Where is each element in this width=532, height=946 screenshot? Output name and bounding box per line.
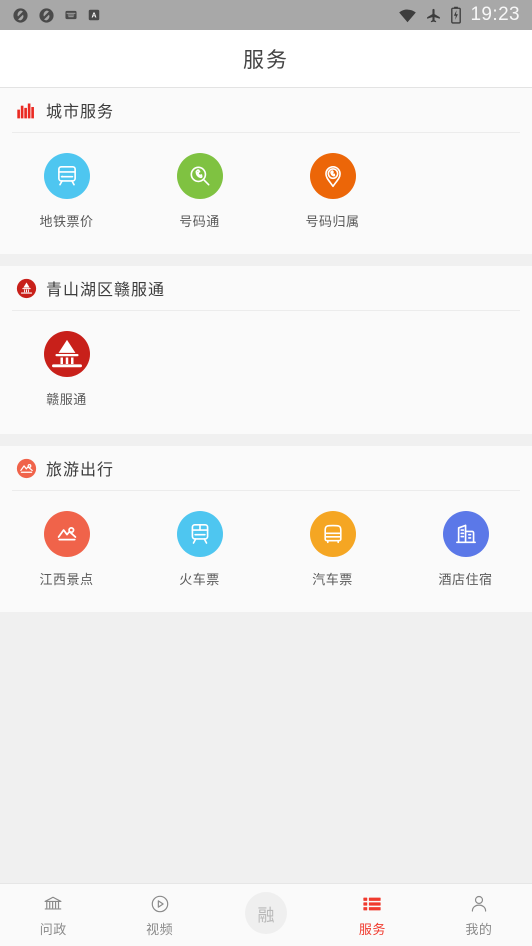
tab-label: 服务 bbox=[358, 922, 386, 938]
rong-fab-label: 融 bbox=[257, 905, 275, 926]
service-label: 酒店住宿 bbox=[438, 573, 493, 588]
city-skyline-icon bbox=[17, 103, 34, 118]
metro-train-icon bbox=[43, 153, 90, 199]
service-item-empty-slot bbox=[399, 331, 532, 408]
services-scroll-area[interactable]: 城市服务 地铁票价 号码通 号码归属 青山湖区赣服通 赣服通 旅游出行 江西景点… bbox=[0, 88, 532, 884]
service-item-empty-slot bbox=[133, 331, 266, 408]
play-circle-icon bbox=[149, 893, 171, 915]
hotel-building-icon bbox=[442, 511, 489, 557]
section-header-city-services: 城市服务 bbox=[0, 88, 532, 132]
list-icon bbox=[361, 893, 383, 915]
status-bar: A 19:23 bbox=[0, 0, 532, 30]
section-title: 青山湖区赣服通 bbox=[46, 280, 166, 299]
phone-location-pin-icon bbox=[309, 153, 356, 199]
tab-mine[interactable]: 我的 bbox=[426, 884, 532, 946]
status-bar-clock: 19:23 bbox=[470, 4, 520, 25]
train-icon bbox=[176, 511, 223, 557]
service-item-empty-slot bbox=[266, 331, 399, 408]
tab-services[interactable]: 服务 bbox=[319, 884, 425, 946]
service-grid-ganfutong: 赣服通 bbox=[0, 311, 532, 434]
service-item-jiangxi-attractions[interactable]: 江西景点 bbox=[0, 511, 133, 588]
service-label: 赣服通 bbox=[46, 393, 87, 408]
wifi-icon bbox=[399, 9, 417, 22]
badge-a-icon: A bbox=[88, 9, 100, 21]
page-title: 服务 bbox=[243, 47, 289, 72]
app-sync-icon-2 bbox=[39, 7, 54, 23]
status-bar-right-icons: 19:23 bbox=[398, 4, 520, 26]
section-title: 城市服务 bbox=[46, 102, 115, 121]
government-building-icon bbox=[42, 893, 64, 915]
bus-icon bbox=[309, 511, 356, 557]
rong-fab-icon: 融 bbox=[245, 892, 288, 934]
service-label: 火车票 bbox=[179, 573, 220, 588]
section-qingshanhu-ganfutong: 青山湖区赣服通 赣服通 bbox=[0, 266, 532, 434]
service-item-number-location[interactable]: 号码归属 bbox=[266, 153, 399, 230]
service-item-bus-ticket[interactable]: 汽车票 bbox=[266, 511, 399, 588]
tab-rong-center-button[interactable]: 融 bbox=[213, 884, 319, 946]
section-title: 旅游出行 bbox=[46, 460, 115, 479]
svg-text:A: A bbox=[91, 12, 96, 19]
bottom-tab-bar: 问政 视频 融 服务 我的 bbox=[0, 883, 532, 946]
service-item-empty-slot bbox=[399, 153, 532, 230]
service-item-hotel[interactable]: 酒店住宿 bbox=[399, 511, 532, 588]
tab-label: 我的 bbox=[465, 922, 493, 938]
tab-government-inquiry[interactable]: 问政 bbox=[0, 884, 106, 946]
service-grid-tourism-travel: 江西景点 火车票 汽车票 酒店住宿 bbox=[0, 491, 532, 612]
service-grid-city-services: 地铁票价 号码通 号码归属 bbox=[0, 133, 532, 254]
tab-label: 问政 bbox=[39, 922, 67, 938]
service-item-ganfutong[interactable]: 赣服通 bbox=[0, 331, 133, 408]
person-icon bbox=[468, 893, 490, 915]
battery-charging-icon bbox=[451, 6, 462, 24]
section-tourism-travel: 旅游出行 江西景点 火车票 汽车票 酒店住宿 bbox=[0, 446, 532, 612]
tab-label: 视频 bbox=[146, 922, 174, 938]
service-label: 号码通 bbox=[179, 215, 220, 230]
service-item-number-lookup[interactable]: 号码通 bbox=[133, 153, 266, 230]
page-title-bar: 服务 bbox=[0, 30, 532, 88]
app-sync-icon bbox=[13, 7, 28, 23]
section-city-services: 城市服务 地铁票价 号码通 号码归属 bbox=[0, 88, 532, 254]
pavilion-icon bbox=[16, 278, 37, 298]
mountain-icon bbox=[16, 458, 37, 478]
service-label: 汽车票 bbox=[312, 573, 353, 588]
section-header-tourism-travel: 旅游出行 bbox=[0, 446, 532, 490]
section-header-qingshanhu-ganfutong: 青山湖区赣服通 bbox=[0, 266, 532, 310]
service-item-metro-fare[interactable]: 地铁票价 bbox=[0, 153, 133, 230]
service-label: 江西景点 bbox=[39, 573, 94, 588]
mail-icon bbox=[65, 10, 77, 20]
pavilion-icon bbox=[43, 331, 90, 377]
tab-video[interactable]: 视频 bbox=[106, 884, 212, 946]
airplane-mode-icon bbox=[427, 8, 441, 22]
service-label: 号码归属 bbox=[305, 215, 360, 230]
service-label: 地铁票价 bbox=[39, 215, 94, 230]
phone-search-icon bbox=[176, 153, 223, 199]
mountain-sun-icon bbox=[43, 511, 90, 557]
status-bar-left-icons: A bbox=[12, 7, 101, 24]
service-item-train-ticket[interactable]: 火车票 bbox=[133, 511, 266, 588]
